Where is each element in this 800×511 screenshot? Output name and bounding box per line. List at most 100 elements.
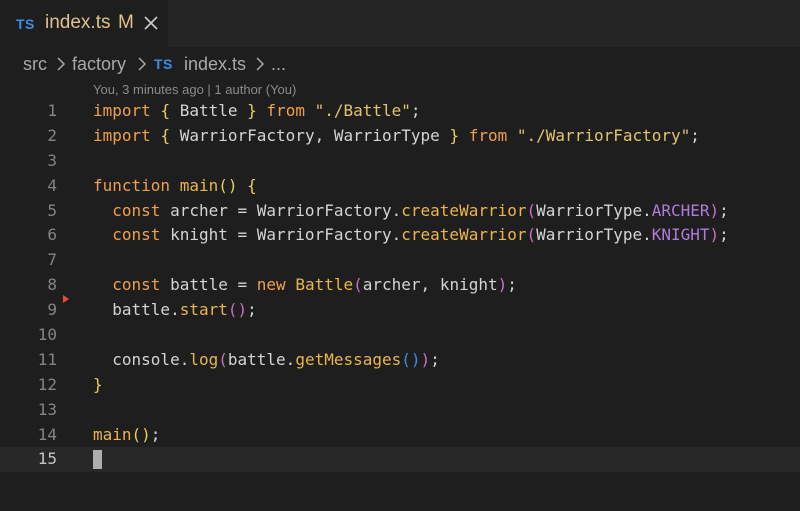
code-token: { (160, 125, 171, 145)
code-text[interactable]: const battle = new Battle(archer, knight… (93, 273, 517, 298)
code-token: createWarrior (401, 200, 527, 220)
chevron-right-icon (138, 57, 147, 71)
line-number: 1 (47, 101, 57, 120)
code-line[interactable]: 14 main(); (0, 423, 800, 448)
code-line[interactable]: 13 (0, 398, 800, 423)
code-token: () (401, 349, 421, 369)
close-icon[interactable] (143, 15, 159, 31)
code-token: function (93, 175, 171, 195)
code-text[interactable]: function main() { (93, 174, 257, 199)
line-number: 12 (37, 374, 57, 394)
code-token: ) (420, 349, 431, 369)
code-token: ) (709, 225, 720, 245)
code-token: { (160, 101, 171, 120)
code-text[interactable]: console.log(battle.getMessages()); (93, 348, 440, 373)
code-token: () (131, 424, 151, 444)
line-number: 7 (47, 250, 57, 270)
line-number: 15 (37, 449, 57, 469)
code-token: battle = (160, 275, 257, 295)
breadcrumb-item-factory[interactable]: factory (72, 54, 126, 75)
code-token: ; (719, 200, 729, 220)
code-token: ; (507, 275, 517, 295)
code-token: Battle (170, 101, 248, 120)
code-token: ; (247, 300, 257, 320)
code-line[interactable]: 2 import { WarriorFactory, WarriorType } … (0, 124, 800, 149)
code-line[interactable]: 5 const archer = WarriorFactory.createWa… (0, 199, 800, 224)
code-token: } (449, 125, 460, 145)
code-token: WarriorFactory, WarriorType (170, 125, 450, 145)
code-line[interactable]: 8 const battle = new Battle(archer, knig… (0, 273, 800, 298)
line-number: 5 (47, 200, 57, 220)
breadcrumb: src factory TS index.ts ... (0, 47, 800, 79)
code-token: } (93, 374, 103, 394)
line-number: 2 (47, 125, 57, 145)
line-number: 8 (47, 275, 57, 295)
code-text[interactable]: const knight = WarriorFactory.createWarr… (93, 223, 729, 248)
code-text[interactable]: const archer = WarriorFactory.createWarr… (93, 199, 729, 224)
code-line[interactable]: 3 (0, 149, 800, 174)
code-text[interactable]: main(); (93, 423, 160, 448)
code-token: battle. (93, 300, 180, 320)
code-token: const (112, 200, 161, 220)
editor-tab-index-ts[interactable]: TS index.ts M (0, 0, 168, 47)
breadcrumb-item-src[interactable]: src (23, 54, 47, 75)
code-token: ; (150, 424, 161, 444)
code-text[interactable]: battle.start(); (93, 298, 257, 323)
code-token: from (266, 101, 305, 120)
line-number: 14 (37, 424, 57, 444)
code-token: () (227, 300, 248, 320)
code-token: const (112, 225, 161, 245)
code-token: knight = WarriorFactory. (160, 225, 402, 245)
codelens-author-info[interactable]: You, 3 minutes ago | 1 author (You) (93, 82, 296, 97)
code-token: ( (353, 275, 363, 295)
code-line[interactable]: 11 console.log(battle.getMessages()); (0, 348, 800, 373)
breadcrumb-item-file[interactable]: index.ts (184, 54, 246, 75)
code-token: Battle (295, 275, 354, 295)
line-number: 11 (37, 349, 57, 369)
text-cursor (93, 450, 102, 470)
code-token: ) (709, 200, 720, 220)
typescript-file-icon: TS (16, 16, 35, 32)
code-text[interactable]: import { WarriorFactory, WarriorType } f… (93, 124, 700, 149)
code-text[interactable]: } (93, 373, 103, 398)
code-line[interactable]: 9 battle.start(); (0, 298, 800, 323)
code-line[interactable]: 10 (0, 323, 800, 348)
code-line[interactable]: 6 const knight = WarriorFactory.createWa… (0, 223, 800, 248)
code-line[interactable]: 4 function main() { (0, 174, 800, 199)
code-token: ) (497, 275, 508, 295)
code-token: main (93, 424, 132, 444)
code-token: from (468, 125, 508, 145)
code-line[interactable]: 12} (0, 373, 800, 398)
code-token: WarriorType. (536, 200, 652, 220)
code-token: ; (410, 101, 421, 120)
chevron-right-icon (256, 57, 265, 71)
modified-indicator: M (118, 12, 134, 33)
code-token: "./Battle" (314, 101, 411, 120)
code-token: ; (719, 225, 729, 245)
code-token: WarriorType. (536, 225, 652, 245)
breadcrumb-item-symbols[interactable]: ... (271, 54, 286, 75)
code-token: ( (218, 349, 228, 369)
code-token: import (93, 125, 151, 145)
code-token: log (189, 349, 219, 369)
code-token: import (93, 101, 151, 120)
tab-bar: TS index.ts M (0, 0, 800, 47)
code-text[interactable]: import { Battle } from "./Battle"; (93, 99, 421, 124)
gutter-marker-icon[interactable] (63, 295, 69, 303)
code-token: archer, knight (362, 275, 498, 295)
code-editor[interactable]: 1 import { Battle } from "./Battle"; 2 impo… (0, 99, 800, 473)
code-token: ( (526, 200, 537, 220)
code-token: start (179, 300, 228, 320)
code-line[interactable]: 7 (0, 248, 800, 273)
code-line[interactable]: 1 import { Battle } from "./Battle"; (0, 99, 800, 124)
code-line[interactable]: 15 (0, 447, 800, 473)
code-token: ARCHER (651, 200, 710, 220)
